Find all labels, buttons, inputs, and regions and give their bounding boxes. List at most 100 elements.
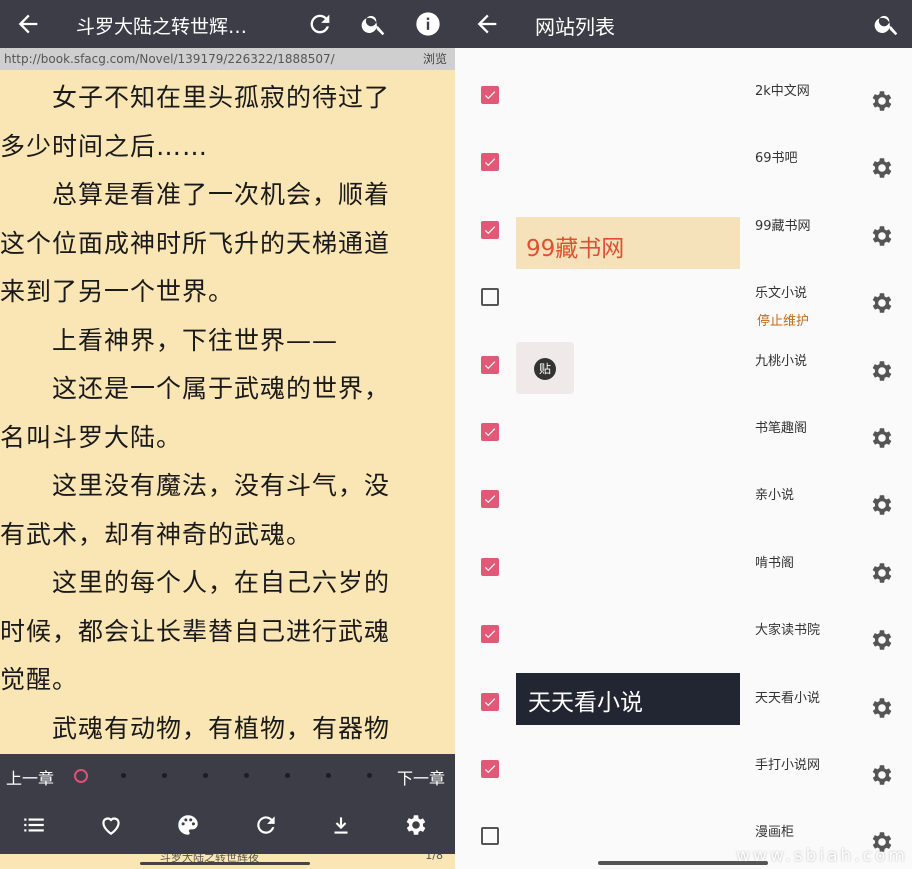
text-line: 女子不知在里头孤寂的待过了 (0, 83, 391, 112)
browse-button[interactable]: 浏览 (423, 48, 447, 70)
site-row[interactable]: 99藏书网 99藏书网 (455, 205, 912, 272)
text-line: 这个位面成神时所飞升的天梯通道 (0, 228, 391, 258)
site-checkbox-checked[interactable] (481, 153, 499, 172)
info-icon[interactable] (414, 10, 442, 38)
download-icon[interactable] (328, 812, 354, 838)
search-icon[interactable] (360, 10, 388, 38)
site-checkbox-unchecked[interactable] (481, 827, 499, 846)
text-line: 名叫斗罗大陆。 (0, 422, 183, 452)
gear-icon[interactable] (869, 560, 895, 586)
site-checkbox-checked[interactable] (481, 86, 499, 104)
site-list-pane: 网站列表 2k中文网 69书吧 99藏书网 99藏书网乐文小说 停止维护贴 九桃小说书笔趣… (455, 0, 912, 869)
back-arrow-icon[interactable] (14, 10, 42, 38)
site-list-toolbar: 网站列表 (455, 0, 912, 48)
prev-chapter-button[interactable]: 上一章 (6, 765, 54, 789)
slider-tick (285, 773, 290, 778)
url-bar: http://book.sfacg.com/Novel/139179/22632… (0, 48, 455, 70)
text-line: 上看神界，下往世界—— (0, 325, 339, 355)
site-name: 漫画柜 (755, 825, 795, 841)
gesture-nav-handle (140, 862, 310, 865)
site-name: 书笔趣阁 (755, 421, 808, 436)
site-row[interactable]: 乐文小说 停止维护 (455, 272, 912, 339)
site-checkbox-checked[interactable] (481, 760, 499, 778)
gear-icon[interactable] (869, 290, 895, 316)
text-line: 总算是看准了一次机会，顺着 (0, 180, 391, 209)
check-icon (484, 765, 496, 774)
gear-icon[interactable] (869, 627, 895, 653)
banner-badge: 贴 (534, 357, 556, 380)
site-name: 九桃小说 (755, 353, 808, 369)
site-checkbox-checked[interactable] (481, 423, 499, 441)
page-title: 网站列表 (535, 15, 615, 39)
site-checkbox-checked[interactable] (481, 692, 499, 711)
site-checkbox-unchecked[interactable] (481, 288, 499, 307)
chapter-nav-bar: 上一章 下一章 (0, 754, 455, 796)
check-icon (484, 91, 496, 100)
check-icon (484, 697, 496, 706)
site-row[interactable]: 手打小说网 (455, 744, 912, 811)
site-name: 99藏书网 (755, 218, 811, 234)
gear-icon[interactable] (869, 88, 895, 114)
text-line: 这里没有魔法，没有斗气，没 (0, 471, 391, 500)
text-line: 时候，都会让长辈替自己进行武魂 (0, 616, 391, 646)
slider-tick (162, 773, 167, 778)
gear-icon[interactable] (869, 492, 895, 518)
site-checkbox-checked[interactable] (481, 557, 499, 576)
slider-tick (326, 773, 331, 778)
site-status-note: 停止维护 (757, 314, 810, 330)
site-banner: 天天看小说 (516, 672, 740, 725)
site-checkbox-checked[interactable] (481, 490, 499, 509)
gear-icon[interactable] (869, 695, 895, 721)
text-line: 有武术，却有神奇的武魂。 (0, 519, 313, 549)
palette-icon[interactable] (175, 812, 201, 838)
gear-icon[interactable] (403, 812, 429, 838)
site-checkbox-checked[interactable] (481, 625, 499, 644)
site-row[interactable]: 大家读书院 (455, 609, 912, 676)
check-icon (484, 428, 496, 437)
refresh-icon[interactable] (253, 812, 279, 838)
site-name: 2k中文网 (755, 84, 810, 99)
check-icon (484, 495, 496, 504)
site-name: 手打小说网 (755, 758, 821, 773)
slider-tick (244, 773, 249, 778)
refresh-icon[interactable] (306, 10, 334, 38)
reader-status-bar: 斗罗大陆之转世辉夜 1/8 (0, 854, 455, 869)
site-banner: 99藏书网 (516, 216, 740, 269)
site-row[interactable]: 贴 九桃小说 (455, 340, 912, 407)
reader-title: 斗罗大陆之转世辉… (76, 16, 248, 38)
reader-bottom-toolbar (0, 796, 455, 854)
gear-icon[interactable] (869, 425, 895, 451)
check-icon (484, 630, 496, 639)
site-row[interactable]: 书笔趣阁 (455, 407, 912, 474)
next-chapter-button[interactable]: 下一章 (397, 765, 445, 789)
heart-icon[interactable] (98, 812, 124, 838)
check-icon (484, 360, 496, 369)
check-icon (484, 158, 496, 167)
site-row[interactable]: 啃书阁 (455, 542, 912, 609)
back-arrow-icon[interactable] (473, 10, 501, 38)
site-row[interactable]: 69书吧 (455, 137, 912, 204)
gear-icon[interactable] (869, 155, 895, 181)
site-checkbox-checked[interactable] (481, 220, 499, 239)
list-icon[interactable] (21, 812, 47, 838)
search-icon[interactable] (873, 10, 901, 38)
gear-icon[interactable] (869, 223, 895, 249)
chapter-text: 女子不知在里头孤寂的待过了 多少时间之后…… 总算是看准了一次机会，顺着 这个位面成… (0, 74, 455, 754)
reader-toolbar: 斗罗大陆之转世辉… (0, 0, 455, 48)
site-name: 69书吧 (755, 151, 798, 167)
text-line: 觉醒。 (0, 665, 79, 694)
site-checkbox-checked[interactable] (481, 355, 499, 374)
chapter-progress-slider[interactable] (74, 769, 375, 783)
site-row[interactable]: 2k中文网 (455, 70, 912, 137)
site-row[interactable]: 天天看小说 天天看小说 (455, 672, 912, 744)
watermark: www.sbiah.com (736, 846, 908, 866)
site-row[interactable]: 亲小说 (455, 474, 912, 541)
text-line: 这还是一个属于武魂的世界， (0, 374, 391, 403)
slider-tick (121, 773, 126, 778)
gear-icon[interactable] (869, 762, 895, 788)
slider-thumb[interactable] (74, 769, 88, 783)
banner-text: 99藏书网 (526, 235, 625, 262)
site-name: 啃书阁 (755, 555, 795, 571)
gear-icon[interactable] (869, 358, 895, 384)
reader-pane: 斗罗大陆之转世辉… http://book.sfacg.com/Novel/13… (0, 0, 455, 869)
